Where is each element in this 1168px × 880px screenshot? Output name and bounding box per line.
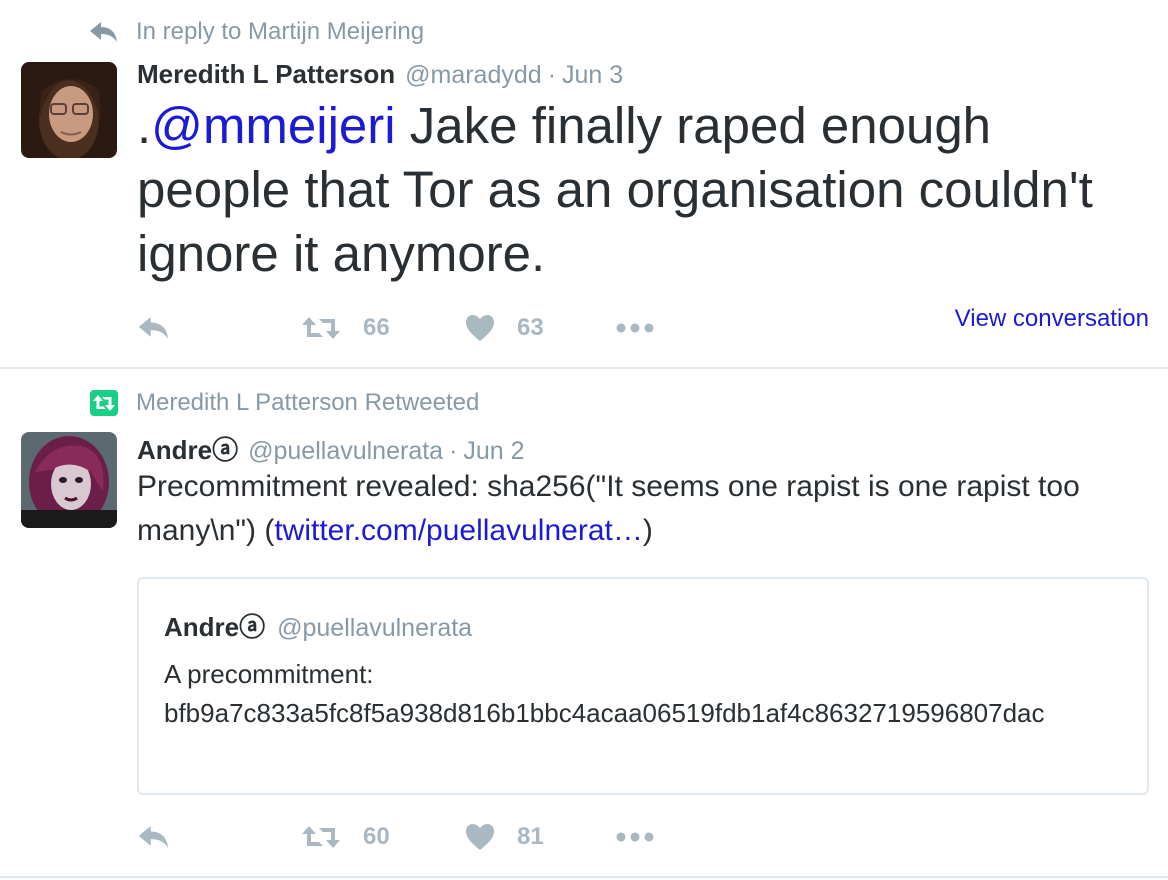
retweet-context-text[interactable]: Meredith L Patterson Retweeted [136,389,479,417]
tweet-actions: 66 63 [137,308,655,348]
text-prefix: . [137,97,152,154]
more-dots-icon [615,831,655,843]
retweet-icon [301,315,341,341]
like-button[interactable]: 63 [465,314,615,342]
more-dots-icon [615,322,655,334]
author-fullname[interactable]: Meredith L Patterson [137,59,395,90]
tweet-header: Andreⓐ @puellavulnerata · Jun 2 [137,430,525,467]
more-button[interactable] [615,322,655,334]
tweet-text: Precommitment revealed: sha256("It seems… [137,465,1147,553]
heart-icon [465,823,495,851]
avatar[interactable] [21,432,117,528]
separator: · [449,437,458,465]
quote-header: Andreⓐ @puellavulnerata [164,607,472,644]
tweet-actions: 60 81 [137,817,655,857]
author-handle[interactable]: @puellavulnerata [248,437,443,466]
tweet[interactable]: In reply to Martijn Meijering Meredith L… [0,0,1168,369]
like-button[interactable]: 81 [465,823,615,851]
quote-author-fullname: Andreⓐ [164,612,266,642]
heart-icon [465,314,495,342]
retweet-icon [301,824,341,850]
view-conversation-link[interactable]: View conversation [955,305,1149,333]
like-count: 81 [517,823,544,850]
text-suffix: ) [642,514,653,547]
reply-icon [137,825,171,849]
quote-text: A precommitment: bfb9a7c833a5fc8f5a938d8… [164,655,1134,733]
reply-button[interactable] [137,316,301,340]
tweet-text: .@mmeijeri Jake finally raped enough peo… [137,94,1147,286]
avatar[interactable] [21,62,117,158]
quote-text-line: A precommitment: [164,659,374,689]
retweet-button[interactable]: 60 [301,823,465,851]
tweet-date[interactable]: Jun 3 [562,61,623,90]
retweet-context: Meredith L Patterson Retweeted [88,387,479,419]
retweet-button[interactable]: 66 [301,314,465,342]
mention-link[interactable]: @mmeijeri [151,97,395,154]
more-button[interactable] [615,831,655,843]
retweet-count: 60 [363,823,390,850]
quote-hash: bfb9a7c833a5fc8f5a938d816b1bbc4acaa06519… [164,698,1045,728]
quoted-tweet[interactable]: Andreⓐ @puellavulnerata A precommitment:… [137,577,1149,795]
author-handle[interactable]: @maradydd [405,61,542,90]
reply-button[interactable] [137,825,301,849]
author-fullname[interactable]: Andreⓐ [137,430,238,467]
retweet-badge-icon [88,389,120,417]
tweet-header: Meredith L Patterson @maradydd · Jun 3 [137,59,623,90]
separator: · [547,61,557,89]
url-link[interactable]: twitter.com/puellavulnerat… [274,514,643,547]
reply-icon [88,18,120,46]
like-count: 63 [517,314,544,341]
retweet-count: 66 [363,314,390,341]
reply-icon [137,316,171,340]
quote-author-handle: @puellavulnerata [277,614,473,642]
reply-context: In reply to Martijn Meijering [88,16,424,48]
reply-context-text[interactable]: In reply to Martijn Meijering [136,18,424,46]
tweet[interactable]: Meredith L Patterson Retweeted Andreⓐ @p… [0,369,1168,878]
tweet-date[interactable]: Jun 2 [463,437,524,466]
